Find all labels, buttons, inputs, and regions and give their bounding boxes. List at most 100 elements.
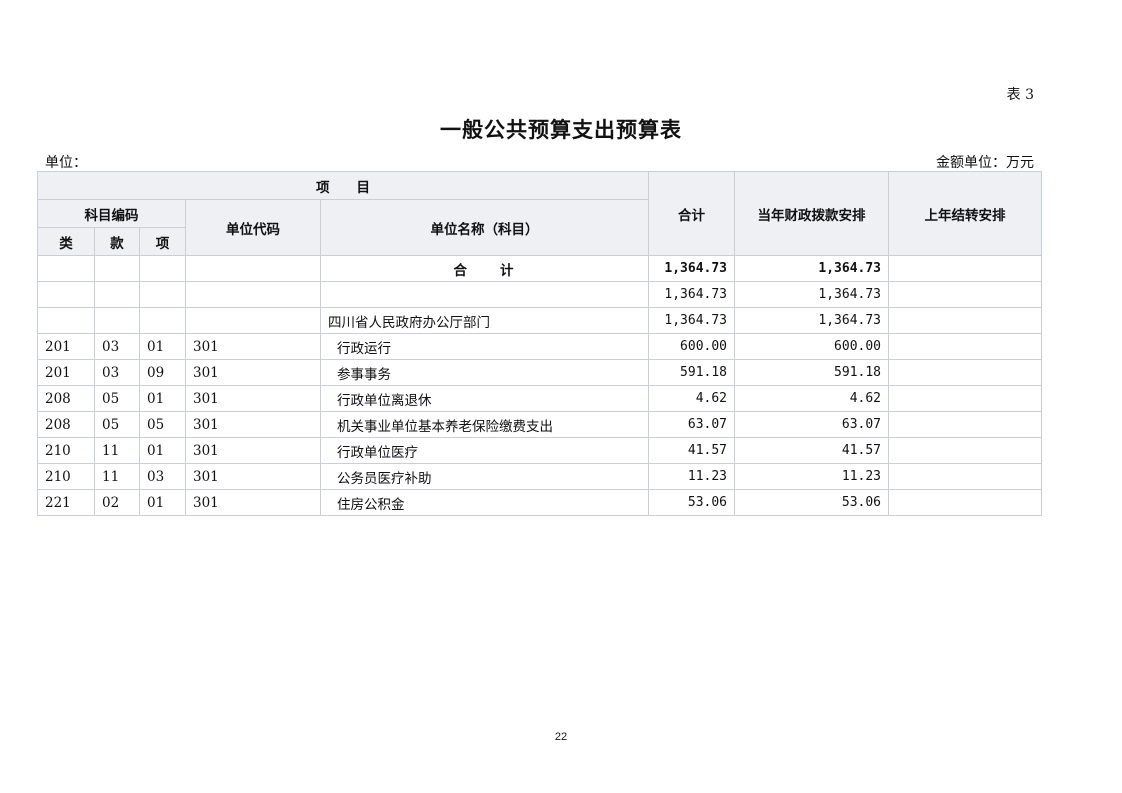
table-body: 合 计 1,364.73 1,364.73 1,364.73 1,364.73 … (37, 255, 1043, 516)
cell-unit-code: 301 (185, 489, 321, 516)
cell-total: 11.23 (648, 463, 736, 490)
total-label: 合 计 (319, 255, 650, 282)
table-row: 四川省人民政府办公厅部门 1,364.73 1,364.73 (37, 307, 1043, 334)
table-row: 221 02 01 301 住房公积金 53.06 53.06 (37, 489, 1043, 516)
table-row: 1,364.73 1,364.73 (37, 281, 1043, 308)
cell-current-year: 600.00 (734, 333, 890, 360)
cell-item (139, 307, 186, 334)
cell-item: 01 (139, 333, 186, 360)
cell-current-year: 1,364.73 (734, 281, 890, 308)
cell-last-year (888, 359, 1043, 386)
cell-total: 1,364.73 (648, 307, 736, 334)
cell-unit-code: 301 (185, 385, 321, 412)
cell-category (37, 307, 95, 334)
cell-unit-name (319, 281, 650, 308)
cell-unit-name: 公务员医疗补助 (319, 463, 650, 490)
cell-unit-name: 行政运行 (319, 333, 650, 360)
cell-last-year (888, 463, 1043, 490)
cell-section: 02 (94, 489, 140, 516)
cell-total: 63.07 (648, 411, 736, 438)
cell-total: 591.18 (648, 359, 736, 386)
table-row: 210 11 01 301 行政单位医疗 41.57 41.57 (37, 437, 1043, 464)
cell-section: 05 (94, 385, 140, 412)
header-last-year: 上年结转安排 (888, 171, 1043, 256)
cell-item (139, 281, 186, 308)
header-section: 款 (94, 227, 140, 256)
header-total: 合计 (648, 171, 736, 256)
cell-category: 210 (37, 437, 95, 464)
cell-last-year (888, 411, 1043, 438)
header-unit-name: 单位名称（科目） (319, 199, 650, 256)
cell-unit-code: 301 (185, 463, 321, 490)
cell-unit-code: 301 (185, 333, 321, 360)
total-row: 合 计 1,364.73 1,364.73 (37, 255, 1043, 282)
amount-unit-label: 金额单位：万元 (936, 155, 1034, 171)
cell-current-year: 1,364.73 (734, 307, 890, 334)
table-row: 210 11 03 301 公务员医疗补助 11.23 11.23 (37, 463, 1043, 490)
cell-last-year (888, 489, 1043, 516)
cell-category: 221 (37, 489, 95, 516)
cell-item: 01 (139, 437, 186, 464)
page-number: 22 (554, 731, 568, 743)
cell-unit-code (185, 281, 321, 308)
cell-unit-name: 参事事务 (319, 359, 650, 386)
cell-current-year: 1,364.73 (734, 255, 890, 282)
cell-last-year (888, 333, 1043, 360)
cell-total: 4.62 (648, 385, 736, 412)
cell-unit-name: 行政单位医疗 (319, 437, 650, 464)
cell-item: 05 (139, 411, 186, 438)
cell-item: 01 (139, 385, 186, 412)
table-row: 208 05 01 301 行政单位离退休 4.62 4.62 (37, 385, 1043, 412)
cell-unit-code (185, 307, 321, 334)
cell-section: 03 (94, 359, 140, 386)
cell-current-year: 4.62 (734, 385, 890, 412)
cell-item (139, 255, 186, 282)
cell-section: 11 (94, 463, 140, 490)
cell-section: 05 (94, 411, 140, 438)
cell-section: 11 (94, 437, 140, 464)
cell-total: 53.06 (648, 489, 736, 516)
cell-category: 201 (37, 359, 95, 386)
cell-unit-code: 301 (185, 437, 321, 464)
cell-section: 03 (94, 333, 140, 360)
cell-unit-code (185, 255, 321, 282)
cell-unit-name: 住房公积金 (319, 489, 650, 516)
cell-total: 1,364.73 (648, 255, 736, 282)
page-title: 一般公共预算支出预算表 (440, 117, 682, 142)
cell-category (37, 281, 95, 308)
header-item: 项 (139, 227, 186, 256)
header-unit-code: 单位代码 (185, 199, 321, 256)
table-header: 项 目 合计 当年财政拨款安排 上年结转安排 科目编码 单位代码 单位名称（科目… (36, 171, 1043, 256)
cell-section (94, 255, 140, 282)
cell-current-year: 53.06 (734, 489, 890, 516)
table-number-label: 表 3 (1006, 87, 1034, 103)
cell-last-year (888, 281, 1043, 308)
cell-total: 1,364.73 (648, 281, 736, 308)
cell-item: 01 (139, 489, 186, 516)
cell-unit-name: 四川省人民政府办公厅部门 (319, 307, 650, 334)
cell-total: 600.00 (648, 333, 736, 360)
header-project: 项 目 (36, 171, 650, 200)
budget-table: 项 目 合计 当年财政拨款安排 上年结转安排 科目编码 单位代码 单位名称（科目… (36, 171, 1043, 516)
cell-last-year (888, 385, 1043, 412)
cell-category (37, 255, 95, 282)
cell-total: 41.57 (648, 437, 736, 464)
cell-unit-name: 机关事业单位基本养老保险缴费支出 (319, 411, 650, 438)
cell-current-year: 63.07 (734, 411, 890, 438)
cell-last-year (888, 307, 1043, 334)
cell-category: 208 (37, 385, 95, 412)
cell-unit-code: 301 (185, 411, 321, 438)
cell-current-year: 11.23 (734, 463, 890, 490)
cell-section (94, 281, 140, 308)
header-category: 类 (37, 227, 95, 256)
table-row: 201 03 09 301 参事事务 591.18 591.18 (37, 359, 1043, 386)
cell-unit-code: 301 (185, 359, 321, 386)
cell-category: 201 (37, 333, 95, 360)
cell-last-year (888, 255, 1043, 282)
cell-unit-name: 行政单位离退休 (319, 385, 650, 412)
cell-category: 210 (37, 463, 95, 490)
cell-category: 208 (37, 411, 95, 438)
header-current-year: 当年财政拨款安排 (734, 171, 890, 256)
cell-current-year: 41.57 (734, 437, 890, 464)
cell-section (94, 307, 140, 334)
